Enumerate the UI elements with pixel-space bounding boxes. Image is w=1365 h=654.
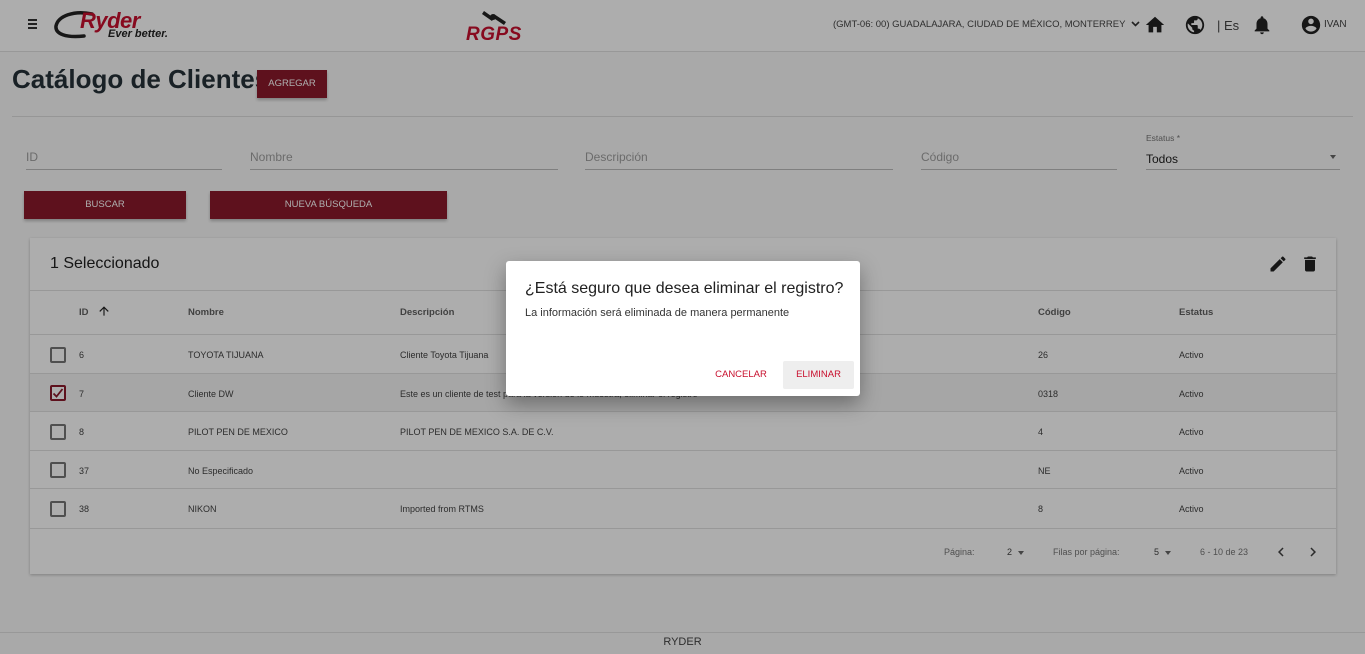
confirm-delete-button[interactable]: ELIMINAR bbox=[783, 361, 854, 389]
cancel-button[interactable]: CANCELAR bbox=[708, 361, 774, 389]
dialog-message: La información será eliminada de manera … bbox=[525, 307, 790, 319]
dialog-title: ¿Está seguro que desea eliminar el regis… bbox=[525, 280, 844, 297]
confirm-delete-dialog: ¿Está seguro que desea eliminar el regis… bbox=[506, 261, 860, 396]
